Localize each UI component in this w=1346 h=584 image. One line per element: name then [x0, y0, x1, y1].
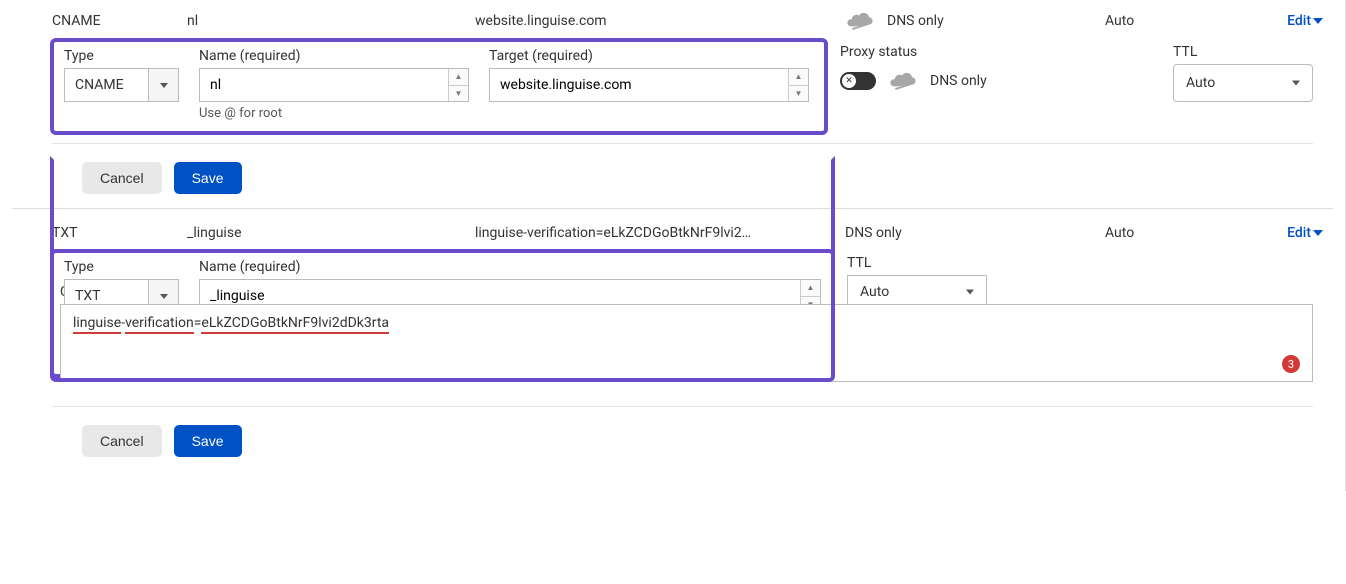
edit-label: Edit: [1287, 225, 1311, 241]
content-part: eLkZCDGoBtkNrF9lvi2dDk3rta: [201, 315, 389, 334]
ttl-label: TTL: [1173, 44, 1313, 60]
cancel-button[interactable]: Cancel: [82, 162, 162, 194]
edit-label: Edit: [1287, 13, 1311, 29]
target-input[interactable]: ▲▼: [489, 68, 809, 102]
caret-down-icon: [1313, 18, 1323, 24]
type-select-value: CNAME: [65, 69, 148, 101]
ttl-select-value: Auto: [1186, 75, 1215, 91]
target-input-field[interactable]: [490, 69, 788, 101]
cloud-dns-only-icon: [888, 72, 918, 90]
type-label: Type: [64, 48, 179, 64]
ttl-value: Auto: [1095, 13, 1273, 29]
content-part: verification: [125, 315, 194, 334]
cancel-button[interactable]: Cancel: [82, 425, 162, 457]
record1-edit-highlight: Type CNAME Name (required) ▲▼ Use @ for …: [50, 38, 828, 135]
proxy-status-text: DNS only: [845, 225, 902, 241]
proxy-status-text: DNS only: [887, 13, 944, 29]
dns-record-row-2: TXT _linguise linguise-verification=eLkZ…: [12, 219, 1333, 249]
type-select[interactable]: CNAME: [64, 68, 179, 102]
proxy-status-label: Proxy status: [840, 44, 1145, 60]
ttl-value: Auto: [1095, 225, 1273, 241]
edit-button[interactable]: Edit: [1287, 225, 1323, 241]
name-hint: Use @ for root: [199, 106, 469, 121]
record-name-value: nl: [187, 13, 475, 29]
save-button[interactable]: Save: [174, 425, 242, 457]
error-count-badge: 3: [1282, 355, 1300, 373]
dns-record-row-1: CNAME nl website.linguise.com DNS only A…: [12, 0, 1333, 38]
record-content-value: website.linguise.com: [475, 13, 845, 29]
name-input-field[interactable]: [200, 69, 448, 101]
cloud-dns-only-icon: [845, 12, 875, 30]
ttl-select[interactable]: Auto: [1173, 64, 1313, 102]
caret-down-icon: [1313, 230, 1323, 236]
name-input[interactable]: ▲▼: [199, 68, 469, 102]
caret-down-icon: [966, 290, 974, 295]
content-part: linguise: [73, 315, 121, 334]
record-name-value: _linguise: [187, 225, 475, 241]
record-content-value: linguise-verification=eLkZCDGoBtkNrF9lvi…: [475, 225, 845, 241]
toggle-off-icon: ✕: [842, 74, 856, 88]
name-label: Name (required): [199, 259, 821, 275]
caret-down-icon: [1292, 81, 1300, 86]
stepper-icon[interactable]: ▲▼: [788, 69, 808, 101]
edit-button[interactable]: Edit: [1287, 13, 1323, 29]
content-textarea[interactable]: linguise-verification=eLkZCDGoBtkNrF9lvi…: [60, 304, 1313, 382]
ttl-label: TTL: [847, 255, 987, 271]
record-type-value: TXT: [52, 225, 187, 241]
target-label: Target (required): [489, 48, 809, 64]
proxy-status-text: DNS only: [930, 73, 987, 89]
record-type-value: CNAME: [52, 13, 187, 29]
proxy-toggle[interactable]: ✕: [840, 72, 876, 90]
ttl-select-value: Auto: [860, 284, 889, 300]
stepper-icon[interactable]: ▲▼: [448, 69, 468, 101]
select-arrow-icon: [148, 69, 178, 101]
save-button[interactable]: Save: [174, 162, 242, 194]
type-label: Type: [64, 259, 179, 275]
name-label: Name (required): [199, 48, 469, 64]
